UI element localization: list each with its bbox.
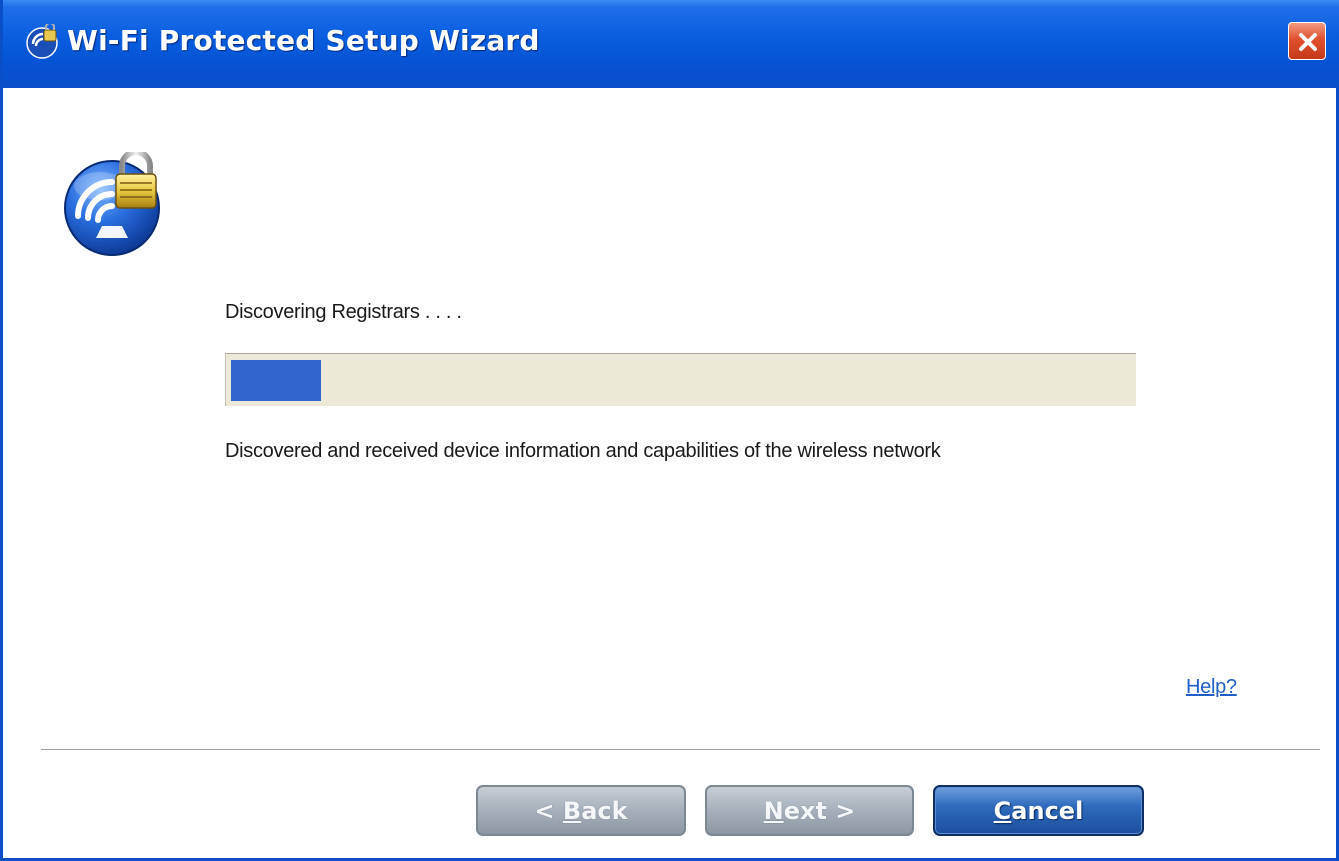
wifi-lock-icon	[64, 152, 160, 256]
back-button-rest: ack	[581, 797, 628, 825]
window-title: Wi-Fi Protected Setup Wizard	[67, 24, 540, 57]
back-button-accel: B	[562, 797, 582, 825]
close-icon	[1299, 33, 1317, 51]
back-button-prefix: <	[534, 797, 563, 825]
next-button-rest: ext >	[783, 797, 856, 825]
help-link[interactable]: Help?	[1186, 676, 1237, 699]
next-button-accel: N	[763, 797, 784, 825]
wifi-lock-small-icon	[26, 24, 58, 59]
close-button[interactable]	[1288, 22, 1326, 60]
back-button[interactable]: < Back	[476, 785, 686, 836]
next-button[interactable]: Next >	[705, 785, 914, 836]
cancel-button[interactable]: Cancel	[933, 785, 1144, 836]
status-label: Discovering Registrars . . . .	[225, 301, 462, 323]
cancel-button-accel: C	[993, 797, 1012, 825]
info-text: Discovered and received device informati…	[225, 440, 941, 462]
wizard-window: Wi-Fi Protected Setup Wizard Discovering…	[0, 0, 1339, 861]
title-bar[interactable]: Wi-Fi Protected Setup Wizard	[3, 0, 1339, 88]
progress-bar	[225, 353, 1136, 406]
cancel-button-rest: ancel	[1011, 797, 1084, 825]
divider	[41, 749, 1320, 751]
progress-fill	[231, 360, 321, 401]
